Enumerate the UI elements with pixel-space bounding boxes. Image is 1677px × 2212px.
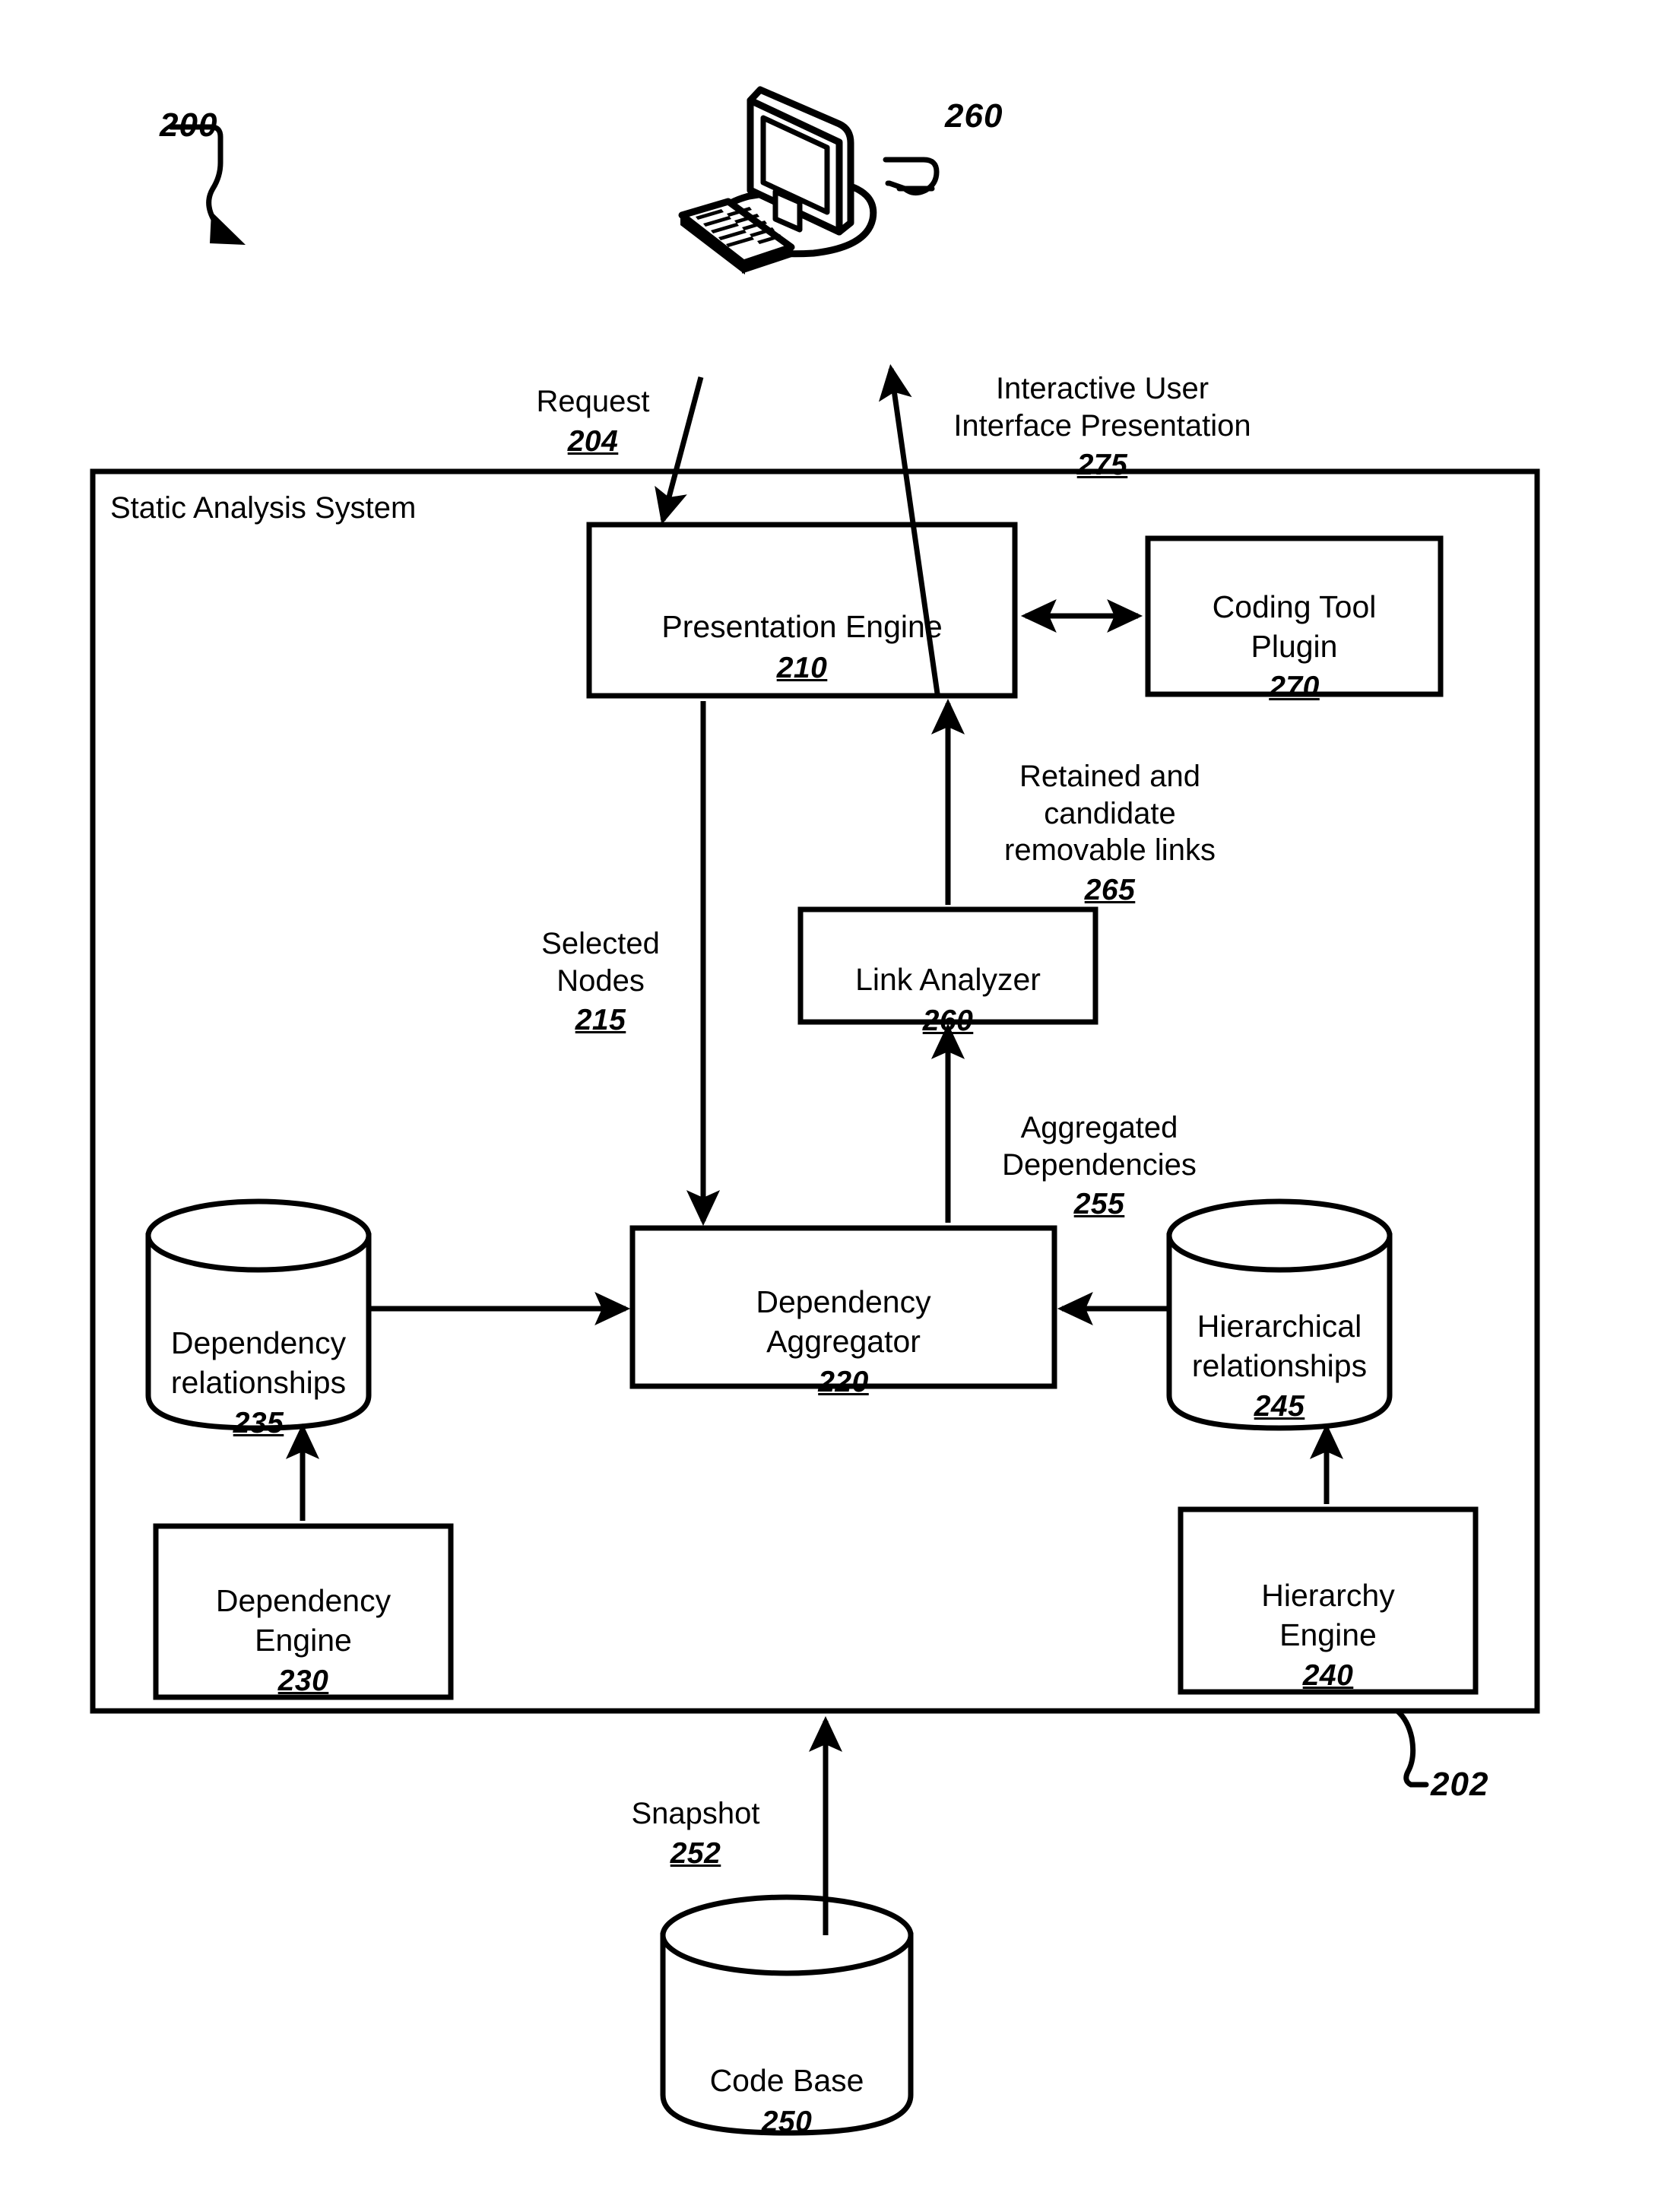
flow-ref-request: 204 (567, 424, 619, 458)
dependency-engine-ref: 230 (277, 1664, 329, 1697)
presentation-engine-label: Presentation Engine 210 (589, 569, 1015, 726)
hierarchy-engine-label: Hierarchy Engine 240 (1181, 1538, 1476, 1734)
flow-ref-ui-presentation: 275 (1076, 449, 1128, 482)
flow-label-snapshot-text: Snapshot (631, 1796, 760, 1830)
presentation-engine-label-text: Presentation Engine (661, 609, 943, 645)
flow-label-ui-presentation: Interactive User Interface Presentation … (920, 333, 1285, 521)
patent-figure-page: 200 260 Request 204 Interactive User Int… (0, 0, 1677, 2212)
dependency-aggregator-ref: 220 (818, 1365, 869, 1398)
container-title: Static Analysis System (110, 491, 417, 525)
coding-tool-plugin-label-text: Coding Tool Plugin (1212, 589, 1377, 664)
presentation-engine-ref: 210 (776, 651, 828, 684)
flow-label-request: Request 204 (498, 346, 688, 497)
dependency-relationships-label-text: Dependency relationships (170, 1325, 347, 1400)
hierarchical-relationships-ref: 245 (1254, 1389, 1305, 1423)
dependency-engine-label-text: Dependency Engine (215, 1583, 392, 1658)
hierarchical-relationships-label-text: Hierarchical relationships (1191, 1309, 1368, 1383)
hierarchy-engine-ref: 240 (1302, 1658, 1354, 1692)
flow-label-selected-nodes: Selected Nodes 215 (498, 888, 703, 1076)
hierarchical-relationships-label: Hierarchical relationships 245 (1156, 1268, 1403, 1465)
code-base-ref: 250 (761, 2105, 813, 2138)
code-base-label: Code Base 250 (663, 2023, 911, 2180)
flow-label-snapshot: Snapshot 252 (601, 1758, 791, 1909)
link-analyzer-label: Link Analyzer 260 (800, 922, 1095, 1079)
flow-label-aggregated-dependencies: Aggregated Dependencies 255 (955, 1072, 1244, 1260)
dependency-relationships-ref: 235 (233, 1406, 284, 1439)
dependency-aggregator-label-text: Dependency Aggregator (756, 1284, 931, 1359)
diagram-vector-layer (90, 86, 1540, 2136)
dependency-relationships-label: Dependency relationships 235 (135, 1285, 382, 1481)
flow-label-aggregated-dependencies-text: Aggregated Dependencies (1002, 1110, 1197, 1182)
flow-label-retained-links: Retained and candidate removable links 2… (965, 721, 1254, 946)
dependency-engine-label: Dependency Engine 230 (156, 1543, 451, 1739)
workstation-ref-leader (883, 157, 940, 195)
link-analyzer-ref: 260 (922, 1004, 974, 1037)
flow-label-ui-presentation-text: Interactive User Interface Presentation (953, 371, 1251, 443)
figure-leader-arrow (168, 124, 246, 245)
coding-tool-plugin-label: Coding Tool Plugin 270 (1148, 549, 1441, 745)
flow-ref-snapshot: 252 (670, 1836, 721, 1870)
flow-ref-aggregated-dependencies: 255 (1073, 1188, 1125, 1221)
coding-tool-plugin-ref: 270 (1269, 670, 1320, 703)
code-base-label-text: Code Base (709, 2063, 864, 2099)
figure-number: 200 (160, 106, 218, 144)
hierarchy-engine-label-text: Hierarchy Engine (1261, 1578, 1395, 1652)
workstation-ref-label: 260 (945, 97, 1003, 135)
link-analyzer-label-text: Link Analyzer (855, 962, 1041, 998)
dependency-aggregator-label: Dependency Aggregator 220 (632, 1244, 1054, 1440)
flow-label-selected-nodes-text: Selected Nodes (541, 926, 660, 998)
flow-ref-selected-nodes: 215 (575, 1004, 626, 1037)
flow-ref-retained-links: 265 (1084, 874, 1136, 907)
flow-label-retained-links-text: Retained and candidate removable links (1004, 759, 1216, 868)
flow-label-request-text: Request (536, 384, 650, 418)
system-boundary-ref-label: 202 (1431, 1766, 1489, 1803)
